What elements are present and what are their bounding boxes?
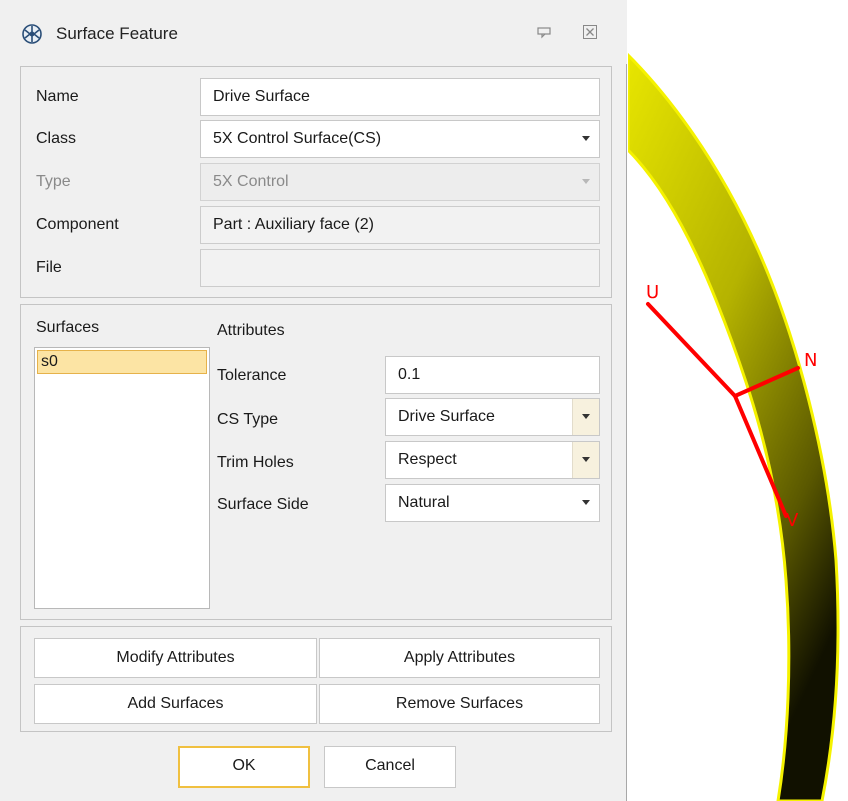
- chevron-down-icon: [582, 457, 590, 462]
- trim-holes-label: Trim Holes: [217, 454, 294, 471]
- tolerance-value: 0.1: [398, 366, 421, 383]
- graphics-viewport[interactable]: U N V: [628, 0, 848, 801]
- name-label: Name: [36, 88, 79, 105]
- type-value: 5X Control: [213, 173, 289, 190]
- title-bar[interactable]: Surface Feature: [0, 0, 627, 64]
- apply-attributes-button[interactable]: Apply Attributes: [319, 638, 600, 678]
- surfaces-list[interactable]: s0: [34, 347, 210, 609]
- chevron-down-icon: [582, 414, 590, 419]
- remove-surfaces-button[interactable]: Remove Surfaces: [319, 684, 600, 724]
- trim-holes-dropdown-button[interactable]: [572, 442, 599, 478]
- close-icon[interactable]: [582, 24, 598, 40]
- trim-holes-select[interactable]: Respect: [385, 441, 600, 479]
- cs-type-value: Drive Surface: [398, 408, 495, 425]
- tolerance-label: Tolerance: [217, 367, 287, 384]
- component-value: Part : Auxiliary face (2): [213, 216, 374, 233]
- class-value: 5X Control Surface(CS): [213, 130, 382, 147]
- add-surfaces-button[interactable]: Add Surfaces: [34, 684, 317, 724]
- type-select: 5X Control: [200, 163, 600, 201]
- type-label: Type: [36, 173, 71, 190]
- class-label: Class: [36, 130, 77, 147]
- cancel-button[interactable]: Cancel: [324, 746, 456, 788]
- axis-n-label: N: [804, 350, 817, 371]
- surface-render: U N V: [628, 52, 840, 801]
- cs-type-dropdown-button[interactable]: [572, 399, 599, 435]
- file-field: [200, 249, 600, 287]
- file-label: File: [36, 259, 62, 276]
- cs-type-label: CS Type: [217, 411, 279, 428]
- chevron-down-icon: [582, 500, 590, 505]
- cs-type-select[interactable]: Drive Surface: [385, 398, 600, 436]
- app-icon: [22, 24, 42, 44]
- trim-holes-value: Respect: [398, 451, 457, 468]
- window-title: Surface Feature: [56, 24, 178, 43]
- list-item[interactable]: s0: [37, 350, 207, 374]
- surfaces-header: Surfaces: [36, 319, 100, 336]
- component-field: Part : Auxiliary face (2): [200, 206, 600, 244]
- name-input[interactable]: Drive Surface: [200, 78, 600, 116]
- class-select[interactable]: 5X Control Surface(CS): [200, 120, 600, 158]
- tolerance-input[interactable]: 0.1: [385, 356, 600, 394]
- attributes-header: Attributes: [217, 322, 285, 339]
- modify-attributes-button[interactable]: Modify Attributes: [34, 638, 317, 678]
- surface-side-value: Natural: [398, 494, 450, 511]
- chevron-down-icon: [582, 136, 590, 141]
- surface-side-label: Surface Side: [217, 496, 309, 513]
- surface-feature-dialog: Surface Feature Name Drive Surface Class…: [0, 0, 627, 801]
- surface-side-select[interactable]: Natural: [385, 484, 600, 522]
- ok-button[interactable]: OK: [178, 746, 310, 788]
- pin-icon[interactable]: [536, 24, 552, 40]
- surface-band: [628, 52, 840, 801]
- chevron-down-icon: [582, 179, 590, 184]
- name-value: Drive Surface: [213, 88, 310, 105]
- axis-v-label: V: [786, 510, 799, 531]
- component-label: Component: [36, 216, 119, 233]
- axis-u-label: U: [646, 282, 659, 303]
